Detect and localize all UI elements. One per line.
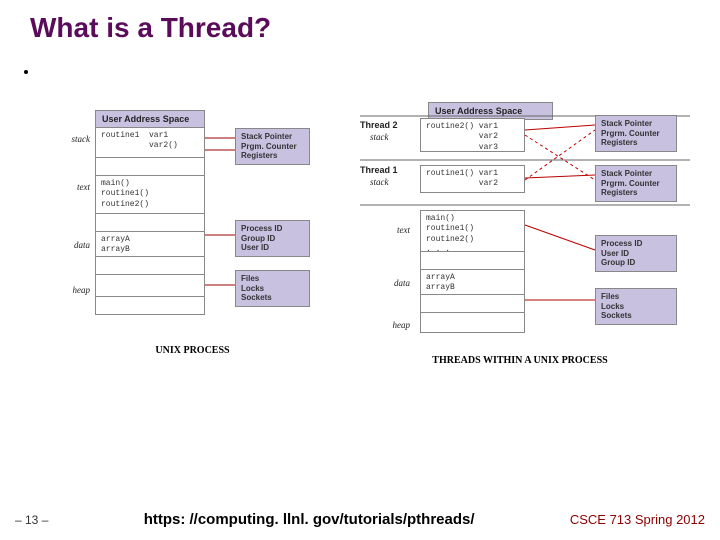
left-blank-2 <box>95 214 205 232</box>
right-text-box: main() routine1() routine2() . . . <box>420 210 525 252</box>
bullet-dot <box>24 70 28 74</box>
slide-title: What is a Thread? <box>30 12 271 44</box>
right-data-box: arrayA arrayB <box>420 270 525 295</box>
left-text-box: main() routine1() routine2() <box>95 176 205 214</box>
lbl-heap: heap <box>60 285 90 295</box>
right-caption: THREADS WITHIN A UNIX PROCESS <box>360 355 680 366</box>
left-caption: UNIX PROCESS <box>60 345 325 356</box>
course-tag: CSCE 713 Spring 2012 <box>570 512 705 527</box>
left-data-box: arrayA arrayB <box>95 232 205 257</box>
left-ids-pill: Process ID Group ID User ID <box>235 220 310 257</box>
right-heap-box <box>420 313 525 333</box>
r-lbl-heap: heap <box>380 320 410 330</box>
right-files-pill: Files Locks Sockets <box>595 288 677 325</box>
right-hlines <box>360 110 700 440</box>
diagram-area: User Address Space routine1 var1 var2() … <box>60 110 680 470</box>
r-lbl-text: text <box>380 225 410 235</box>
thread2-stack-label: stack <box>370 132 389 142</box>
lbl-data: data <box>60 240 90 250</box>
left-stack-box: routine1 var1 var2() <box>95 128 205 158</box>
right-registers-pill-t1: Stack Pointer Prgrm. Counter Registers <box>595 165 677 202</box>
thread1-label: Thread 1 <box>360 165 398 175</box>
left-registers-pill: Stack Pointer Prgm. Counter Registers <box>235 128 310 165</box>
thread1-stack-box: routine1() var1 var2 <box>420 165 525 193</box>
slide-footer: – 13 – https: //computing. llnl. gov/tut… <box>0 511 720 528</box>
lbl-text: text <box>60 182 90 192</box>
thread1-stack-label: stack <box>370 177 389 187</box>
left-header: User Address Space <box>95 110 205 128</box>
left-blank-3 <box>95 257 205 275</box>
lbl-stack: stack <box>60 134 90 144</box>
left-blank-4 <box>95 297 205 315</box>
left-heap-box <box>95 275 205 297</box>
left-blank-1 <box>95 158 205 176</box>
right-blank-2 <box>420 295 525 313</box>
r-lbl-data: data <box>380 278 410 288</box>
right-ids-pill: Process ID User ID Group ID <box>595 235 677 272</box>
left-files-pill: Files Locks Sockets <box>235 270 310 307</box>
page-number: – 13 – <box>15 513 48 527</box>
right-registers-pill-t2: Stack Pointer Prgrm. Counter Registers <box>595 115 677 152</box>
thread2-label: Thread 2 <box>360 120 398 130</box>
source-url: https: //computing. llnl. gov/tutorials/… <box>48 511 569 528</box>
thread2-stack-box: routine2() var1 var2 var3 <box>420 118 525 152</box>
